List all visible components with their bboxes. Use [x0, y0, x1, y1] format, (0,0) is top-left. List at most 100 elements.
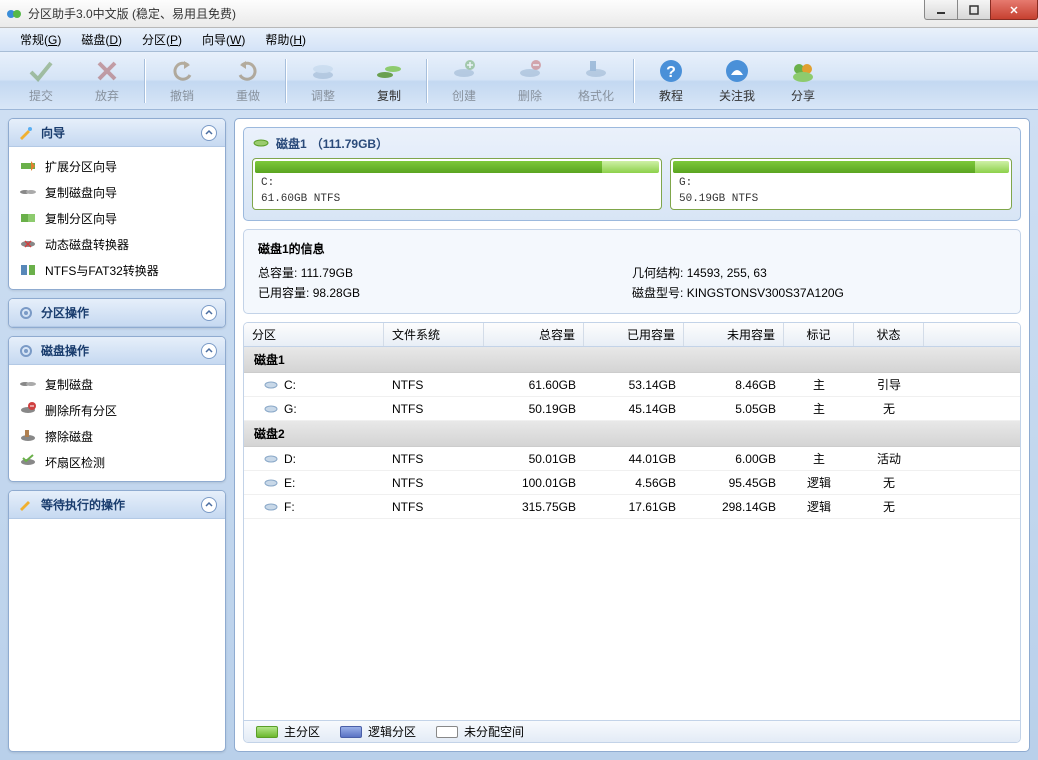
- panel-disk-ops-title: 磁盘操作: [41, 342, 89, 359]
- discard-icon: [93, 57, 121, 85]
- diskop-item-0[interactable]: 复制磁盘: [13, 371, 221, 397]
- legend-primary: 主分区: [256, 723, 320, 740]
- toolbar-delete: 删除: [497, 55, 563, 107]
- diskop-item-icon: [19, 401, 37, 419]
- create-icon: [450, 57, 478, 85]
- toolbar-tutorial[interactable]: ?教程: [638, 55, 704, 107]
- wizard-item-0[interactable]: 扩展分区向导: [13, 153, 221, 179]
- total-value: 111.79GB: [301, 266, 353, 280]
- wizard-item-2[interactable]: 复制分区向导: [13, 205, 221, 231]
- menu-h[interactable]: 帮助(H): [255, 28, 316, 51]
- partition-drive: G:: [673, 173, 1009, 189]
- th-free[interactable]: 未用容量: [684, 323, 784, 346]
- cell-status: 无: [854, 474, 924, 491]
- partition-drive: C:: [255, 173, 659, 189]
- disk-visual: 磁盘1 （111.79GB） C:61.60GB NTFSG:50.19GB N…: [243, 127, 1021, 221]
- menu-d[interactable]: 磁盘(D): [71, 28, 132, 51]
- cell-used: 44.01GB: [584, 452, 684, 466]
- cell-used: 53.14GB: [584, 378, 684, 392]
- diskop-item-label: 坏扇区检测: [45, 454, 105, 471]
- maximize-button[interactable]: [957, 0, 991, 20]
- collapse-icon[interactable]: [201, 305, 217, 321]
- partition-bar-G[interactable]: G:50.19GB NTFS: [670, 158, 1012, 210]
- panel-pending-title: 等待执行的操作: [41, 496, 125, 513]
- minimize-button[interactable]: [924, 0, 958, 20]
- wizard-item-icon: [19, 183, 37, 201]
- toolbar-label: 提交: [29, 87, 53, 104]
- cell-total: 100.01GB: [484, 476, 584, 490]
- gear-icon: [17, 304, 35, 322]
- diskop-item-3[interactable]: 坏扇区检测: [13, 449, 221, 475]
- panel-wizard-header[interactable]: 向导: [9, 119, 225, 147]
- diskop-item-1[interactable]: 删除所有分区: [13, 397, 221, 423]
- collapse-icon[interactable]: [201, 343, 217, 359]
- wizard-icon: [17, 124, 35, 142]
- toolbar-label: 复制: [377, 87, 401, 104]
- wizard-item-label: NTFS与FAT32转换器: [45, 262, 159, 279]
- cell-flag: 主: [784, 400, 854, 417]
- model-value: KINGSTONSV300S37A120G: [687, 286, 844, 300]
- disk-visual-size: （111.79GB）: [311, 135, 388, 152]
- disk-icon: [252, 134, 270, 152]
- gear-icon: [17, 342, 35, 360]
- cell-drive: C:: [244, 378, 384, 392]
- toolbar: 提交放弃撤销重做调整复制创建删除格式化?教程关注我分享: [0, 52, 1038, 110]
- total-label: 总容量:: [258, 263, 297, 283]
- collapse-icon[interactable]: [201, 497, 217, 513]
- panel-pending: 等待执行的操作: [8, 490, 226, 752]
- panel-pending-header[interactable]: 等待执行的操作: [9, 491, 225, 519]
- table-row[interactable]: E:NTFS100.01GB4.56GB95.45GB逻辑无: [244, 471, 1020, 495]
- panel-partition-ops: 分区操作: [8, 298, 226, 328]
- panel-disk-ops-header[interactable]: 磁盘操作: [9, 337, 225, 365]
- toolbar-label: 撤销: [170, 87, 194, 104]
- model-label: 磁盘型号:: [632, 283, 683, 303]
- follow-icon: [723, 57, 751, 85]
- diskop-item-label: 删除所有分区: [45, 402, 117, 419]
- th-status[interactable]: 状态: [854, 323, 924, 346]
- diskop-item-2[interactable]: 擦除磁盘: [13, 423, 221, 449]
- toolbar-label: 调整: [311, 87, 335, 104]
- toolbar-adjust: 调整: [290, 55, 356, 107]
- wizard-item-icon: [19, 261, 37, 279]
- wizard-item-1[interactable]: 复制磁盘向导: [13, 179, 221, 205]
- toolbar-follow[interactable]: 关注我: [704, 55, 770, 107]
- close-button[interactable]: [990, 0, 1038, 20]
- delete-icon: [516, 57, 544, 85]
- collapse-icon[interactable]: [201, 125, 217, 141]
- cell-fs: NTFS: [384, 378, 484, 392]
- table-row[interactable]: D:NTFS50.01GB44.01GB6.00GB主活动: [244, 447, 1020, 471]
- panel-partition-ops-header[interactable]: 分区操作: [9, 299, 225, 327]
- toolbar-label: 分享: [791, 87, 815, 104]
- partition-bar-C[interactable]: C:61.60GB NTFS: [252, 158, 662, 210]
- menu-p[interactable]: 分区(P): [132, 28, 192, 51]
- cell-drive: E:: [244, 476, 384, 490]
- diskop-item-label: 擦除磁盘: [45, 428, 93, 445]
- th-partition[interactable]: 分区: [244, 323, 384, 346]
- toolbar-label: 教程: [659, 87, 683, 104]
- used-value: 98.28GB: [313, 286, 360, 300]
- th-total[interactable]: 总容量: [484, 323, 584, 346]
- window-titlebar: 分区助手3.0中文版 (稳定、易用且免费): [0, 0, 1038, 28]
- pencil-icon: [17, 496, 35, 514]
- adjust-icon: [309, 57, 337, 85]
- cell-used: 4.56GB: [584, 476, 684, 490]
- cell-fs: NTFS: [384, 452, 484, 466]
- menu-g[interactable]: 常规(G): [10, 28, 71, 51]
- table-row[interactable]: G:NTFS50.19GB45.14GB5.05GB主无: [244, 397, 1020, 421]
- wizard-item-label: 复制磁盘向导: [45, 184, 117, 201]
- table-row[interactable]: F:NTFS315.75GB17.61GB298.14GB逻辑无: [244, 495, 1020, 519]
- th-fs[interactable]: 文件系统: [384, 323, 484, 346]
- wizard-item-4[interactable]: NTFS与FAT32转换器: [13, 257, 221, 283]
- toolbar-copy[interactable]: 复制: [356, 55, 422, 107]
- cell-flag: 逻辑: [784, 474, 854, 491]
- wizard-item-3[interactable]: 动态磁盘转换器: [13, 231, 221, 257]
- menu-w[interactable]: 向导(W): [192, 28, 255, 51]
- used-label: 已用容量:: [258, 283, 309, 303]
- panel-disk-ops: 磁盘操作 复制磁盘删除所有分区擦除磁盘坏扇区检测: [8, 336, 226, 482]
- toolbar-share[interactable]: 分享: [770, 55, 836, 107]
- toolbar-label: 放弃: [95, 87, 119, 104]
- legend-unalloc: 未分配空间: [436, 723, 524, 740]
- th-flag[interactable]: 标记: [784, 323, 854, 346]
- table-row[interactable]: C:NTFS61.60GB53.14GB8.46GB主引导: [244, 373, 1020, 397]
- th-used[interactable]: 已用容量: [584, 323, 684, 346]
